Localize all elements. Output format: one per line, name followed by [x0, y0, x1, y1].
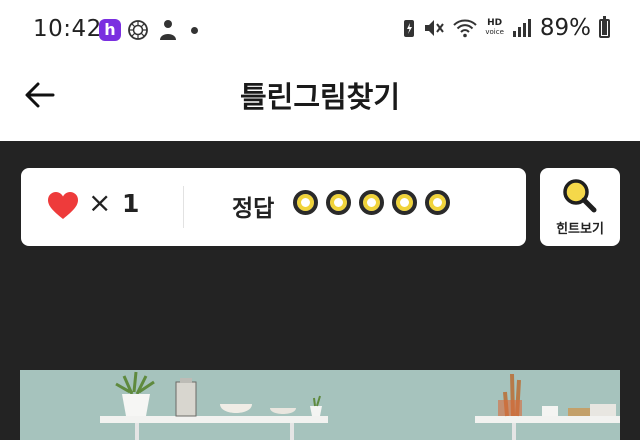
signal-icon [512, 19, 531, 37]
user-notification-icon [160, 20, 176, 40]
answer-slot [326, 190, 351, 215]
page-title: 틀린그림찾기 [239, 80, 401, 114]
hint-button[interactable]: 힌트보기 [540, 168, 620, 246]
answer-slot [425, 190, 450, 215]
app-notification-icon: h [99, 19, 121, 41]
battery-saver-icon [404, 20, 415, 37]
status-icons: HD voice 89% [403, 15, 610, 41]
hd-label: HD [487, 18, 503, 28]
game-status-card: × 1 정답 [21, 168, 526, 246]
top-surface: 10:42 h HD voice 89% 틀린그림찾기 [0, 0, 640, 141]
battery-fill [602, 21, 607, 35]
heart-icon [48, 192, 78, 219]
status-bar: 10:42 h HD voice 89% [0, 0, 640, 62]
battery-icon [599, 15, 610, 38]
battery-percent: 89% [539, 15, 591, 41]
app-header: 틀린그림찾기 [0, 62, 640, 132]
multiply-sign: × [88, 186, 112, 219]
card-divider [183, 186, 184, 228]
hd-voice-indicator: HD voice [485, 19, 504, 37]
answer-slots [293, 190, 450, 215]
magnifier-icon [563, 179, 597, 213]
wifi-icon [453, 19, 478, 38]
voice-label: voice [485, 28, 504, 36]
answer-slot [293, 190, 318, 215]
more-notifications-dot [191, 27, 198, 34]
answer-label: 정답 [232, 196, 275, 222]
kitchen-shelf-picture [20, 370, 620, 440]
lives-count: 1 [122, 189, 140, 218]
settings-notification-icon [128, 20, 148, 40]
mute-icon [425, 20, 445, 36]
answer-slot [392, 190, 417, 215]
hint-label: 힌트보기 [556, 222, 604, 237]
answer-slot [359, 190, 384, 215]
status-time: 10:42 [33, 16, 102, 42]
puzzle-image[interactable] [20, 370, 620, 440]
